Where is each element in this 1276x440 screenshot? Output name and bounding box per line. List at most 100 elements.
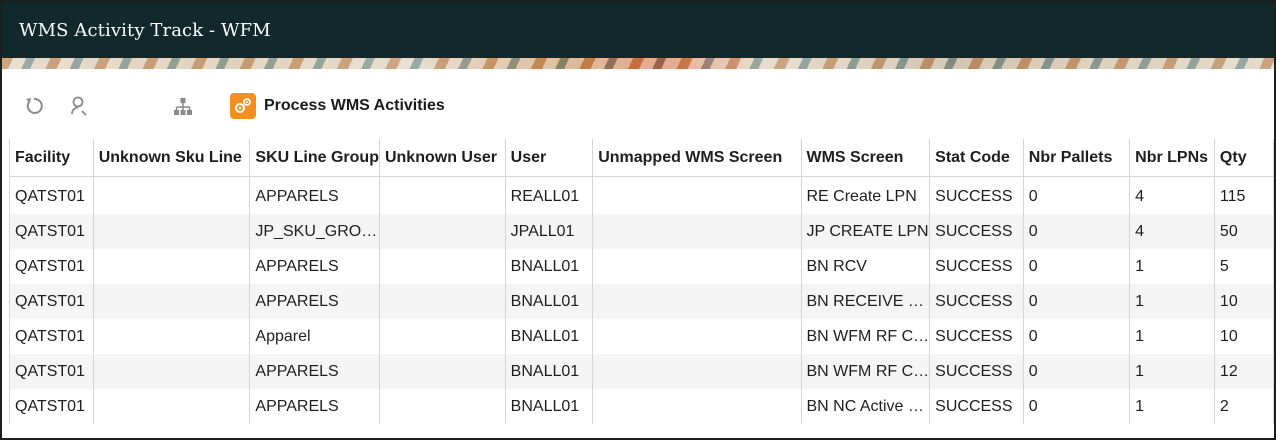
- cell-unknown-user: [378, 249, 506, 284]
- cell-qty: 12: [1213, 354, 1274, 389]
- column-header-facility[interactable]: Facility: [9, 139, 94, 177]
- gears-icon: [230, 93, 256, 119]
- cell-qty: 5: [1213, 249, 1274, 284]
- cell-wms-screen: BN WFM RF C…: [800, 319, 931, 354]
- cell-sku-line-group: APPARELS: [249, 176, 380, 214]
- cell-unknown-sku-line: [92, 176, 251, 214]
- gears-icon-svg: [235, 98, 251, 113]
- table-header-row: Facility Unknown Sku Line SKU Line Group…: [9, 139, 1274, 177]
- app-window: WMS Activity Track - WFM Process WMS Act…: [0, 0, 1276, 440]
- cell-facility: QATST01: [9, 176, 94, 214]
- column-header-unmapped-wms-screen[interactable]: Unmapped WMS Screen: [592, 139, 802, 177]
- cell-unknown-user: [378, 389, 506, 424]
- cell-qty: 2: [1213, 389, 1274, 424]
- cell-user: BNALL01: [504, 249, 594, 284]
- activity-table-container: Facility Unknown Sku Line SKU Line Group…: [9, 139, 1274, 424]
- cell-nbr-pallets: 0: [1022, 176, 1131, 214]
- cell-wms-screen: BN RECEIVE …: [800, 284, 931, 319]
- cell-nbr-pallets: 0: [1022, 389, 1131, 424]
- cell-facility: QATST01: [9, 284, 94, 319]
- cell-stat-code: SUCCESS: [929, 214, 1024, 249]
- cell-nbr-lpns: 1: [1129, 319, 1215, 354]
- column-header-unknown-user[interactable]: Unknown User: [378, 139, 506, 177]
- cell-unknown-user: [378, 284, 506, 319]
- cell-unknown-sku-line: [92, 354, 251, 389]
- cell-nbr-pallets: 0: [1022, 354, 1131, 389]
- hierarchy-icon-svg: [174, 98, 192, 115]
- cell-unknown-sku-line: [92, 214, 251, 249]
- cell-nbr-pallets: 0: [1022, 284, 1131, 319]
- cell-user: BNALL01: [504, 284, 594, 319]
- cell-stat-code: SUCCESS: [929, 284, 1024, 319]
- person-search-icon[interactable]: [68, 95, 90, 117]
- cell-unmapped-wms-screen: [592, 389, 802, 424]
- title-bar: WMS Activity Track - WFM: [2, 2, 1274, 58]
- cell-wms-screen: RE Create LPN: [800, 176, 931, 214]
- table-row[interactable]: QATST01 Apparel BNALL01 BN WFM RF C… SUC…: [9, 319, 1274, 354]
- cell-stat-code: SUCCESS: [929, 176, 1024, 214]
- column-header-stat-code[interactable]: Stat Code: [929, 139, 1024, 177]
- cell-facility: QATST01: [9, 319, 94, 354]
- cell-sku-line-group: JP_SKU_GRO…: [249, 214, 380, 249]
- table-row[interactable]: QATST01 APPARELS REALL01 RE Create LPN S…: [9, 176, 1274, 214]
- cell-wms-screen: BN NC Active …: [800, 389, 931, 424]
- decorative-banner: [2, 58, 1274, 69]
- cell-stat-code: SUCCESS: [929, 354, 1024, 389]
- cell-unmapped-wms-screen: [592, 319, 802, 354]
- cell-nbr-lpns: 1: [1129, 354, 1215, 389]
- cell-sku-line-group: Apparel: [249, 319, 380, 354]
- cell-nbr-lpns: 4: [1129, 176, 1215, 214]
- cell-user: REALL01: [504, 176, 594, 214]
- table-row[interactable]: QATST01 APPARELS BNALL01 BN WFM RF C… SU…: [9, 354, 1274, 389]
- cell-unknown-sku-line: [92, 389, 251, 424]
- cell-stat-code: SUCCESS: [929, 319, 1024, 354]
- column-header-user[interactable]: User: [504, 139, 594, 177]
- cell-nbr-pallets: 0: [1022, 214, 1131, 249]
- cell-unknown-sku-line: [92, 319, 251, 354]
- cell-user: BNALL01: [504, 319, 594, 354]
- cell-sku-line-group: APPARELS: [249, 284, 380, 319]
- cell-unmapped-wms-screen: [592, 354, 802, 389]
- column-header-wms-screen[interactable]: WMS Screen: [800, 139, 931, 177]
- column-header-nbr-pallets[interactable]: Nbr Pallets: [1022, 139, 1131, 177]
- cell-facility: QATST01: [9, 354, 94, 389]
- cell-nbr-pallets: 0: [1022, 319, 1131, 354]
- cell-qty: 10: [1213, 284, 1274, 319]
- table-row[interactable]: QATST01 APPARELS BNALL01 BN NC Active … …: [9, 389, 1274, 424]
- cell-sku-line-group: APPARELS: [249, 249, 380, 284]
- cell-sku-line-group: APPARELS: [249, 389, 380, 424]
- cell-unknown-sku-line: [92, 284, 251, 319]
- cell-unknown-sku-line: [92, 249, 251, 284]
- table-row[interactable]: QATST01 APPARELS BNALL01 BN RECEIVE … SU…: [9, 284, 1274, 319]
- cell-unmapped-wms-screen: [592, 176, 802, 214]
- cell-stat-code: SUCCESS: [929, 389, 1024, 424]
- cell-unknown-user: [378, 354, 506, 389]
- cell-wms-screen: JP CREATE LPN: [800, 214, 931, 249]
- cell-wms-screen: BN RCV: [800, 249, 931, 284]
- column-header-nbr-lpns[interactable]: Nbr LPNs: [1129, 139, 1215, 177]
- person-search-icon-svg: [71, 96, 87, 116]
- activity-table: Facility Unknown Sku Line SKU Line Group…: [9, 139, 1274, 424]
- process-wms-activities-label: Process WMS Activities: [264, 97, 445, 114]
- column-header-unknown-sku-line[interactable]: Unknown Sku Line: [92, 139, 251, 177]
- column-header-sku-line-group[interactable]: SKU Line Group: [249, 139, 380, 177]
- cell-qty: 50: [1213, 214, 1274, 249]
- cell-stat-code: SUCCESS: [929, 249, 1024, 284]
- cell-user: BNALL01: [504, 354, 594, 389]
- table-row[interactable]: QATST01 JP_SKU_GRO… JPALL01 JP CREATE LP…: [9, 214, 1274, 249]
- column-header-qty[interactable]: Qty: [1213, 139, 1274, 177]
- refresh-icon-svg: [26, 97, 43, 114]
- cell-nbr-lpns: 1: [1129, 249, 1215, 284]
- window-title: WMS Activity Track - WFM: [19, 20, 271, 41]
- cell-unknown-user: [378, 319, 506, 354]
- toolbar: Process WMS Activities: [2, 69, 1274, 137]
- cell-facility: QATST01: [9, 214, 94, 249]
- hierarchy-icon[interactable]: [172, 95, 194, 117]
- cell-sku-line-group: APPARELS: [249, 354, 380, 389]
- table-row[interactable]: QATST01 APPARELS BNALL01 BN RCV SUCCESS …: [9, 249, 1274, 284]
- process-wms-activities-button[interactable]: Process WMS Activities: [230, 91, 445, 121]
- cell-unmapped-wms-screen: [592, 214, 802, 249]
- cell-user: BNALL01: [504, 389, 594, 424]
- cell-wms-screen: BN WFM RF C…: [800, 354, 931, 389]
- refresh-icon[interactable]: [23, 95, 45, 117]
